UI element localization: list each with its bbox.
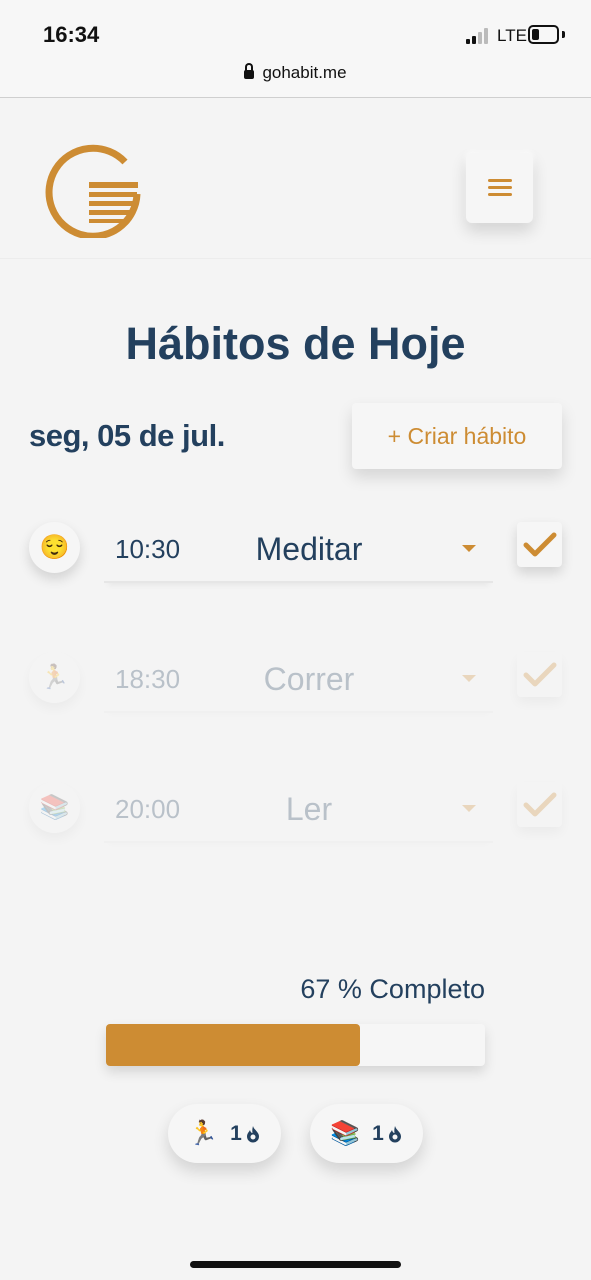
menu-button[interactable]	[466, 153, 533, 223]
habit-name: Ler	[285, 791, 333, 827]
habit-emoji[interactable]: 😌	[29, 522, 80, 573]
battery-icon	[528, 25, 559, 44]
streak-count-value: 1	[372, 1121, 384, 1145]
signal-icon	[466, 28, 492, 44]
checkmark-icon	[523, 532, 556, 556]
chevron-down-icon	[462, 675, 476, 682]
habit-check-button[interactable]	[517, 522, 562, 567]
battery-tip	[562, 31, 565, 38]
address-bar[interactable]: gohabit.me	[0, 63, 591, 83]
url-text: gohabit.me	[262, 63, 347, 82]
status-bar	[0, 0, 591, 98]
gohabit-logo[interactable]	[44, 140, 142, 240]
streak-count-value: 1	[230, 1121, 242, 1145]
date-label: seg, 05 de jul.	[29, 418, 225, 453]
habit-check-button[interactable]	[517, 782, 562, 827]
network-type: LTE	[497, 26, 527, 45]
habit-time: 20:00	[115, 794, 181, 824]
progress-fill	[106, 1024, 360, 1066]
habit-select[interactable]: 20:00 Ler	[104, 777, 493, 843]
habit-emoji[interactable]: 🏃	[29, 652, 80, 703]
progress-bar	[106, 1024, 485, 1066]
header-divider	[0, 258, 591, 259]
page-title: Hábitos de Hoje	[125, 318, 466, 369]
hamburger-icon	[487, 179, 512, 197]
streak-count: 1	[372, 1122, 403, 1146]
habit-row: 😌 10:30 Meditar	[0, 522, 591, 612]
home-indicator	[190, 1261, 401, 1268]
habit-name: Meditar	[255, 531, 363, 567]
habit-check-button[interactable]	[517, 652, 562, 697]
streak-emoji: 📚	[330, 1120, 361, 1147]
checkmark-icon	[523, 662, 556, 686]
lock-icon	[244, 63, 255, 79]
habit-time: 10:30	[115, 534, 181, 564]
habit-select[interactable]: 18:30 Correr	[104, 647, 493, 713]
progress-label: 67 % Completo	[300, 974, 485, 1004]
habit-row: 📚 20:00 Ler	[0, 782, 591, 872]
habit-row: 🏃 18:30 Correr	[0, 652, 591, 742]
chevron-down-icon	[462, 805, 476, 812]
checkmark-icon	[523, 792, 556, 816]
habit-name: Correr	[263, 661, 355, 697]
streak-emoji: 🏃	[188, 1120, 219, 1147]
streak-count: 1	[230, 1122, 261, 1146]
chevron-down-icon	[462, 545, 476, 552]
flame-icon	[388, 1125, 401, 1142]
streak-badge[interactable]: 📚 1	[310, 1104, 423, 1163]
create-habit-button[interactable]: + Criar hábito	[352, 403, 562, 469]
habit-emoji[interactable]: 📚	[29, 782, 80, 833]
habit-select[interactable]: 10:30 Meditar	[104, 517, 493, 583]
status-time: 16:34	[43, 22, 100, 47]
habit-time: 18:30	[115, 664, 181, 694]
flame-icon	[246, 1125, 259, 1142]
streak-badge[interactable]: 🏃 1	[168, 1104, 281, 1163]
